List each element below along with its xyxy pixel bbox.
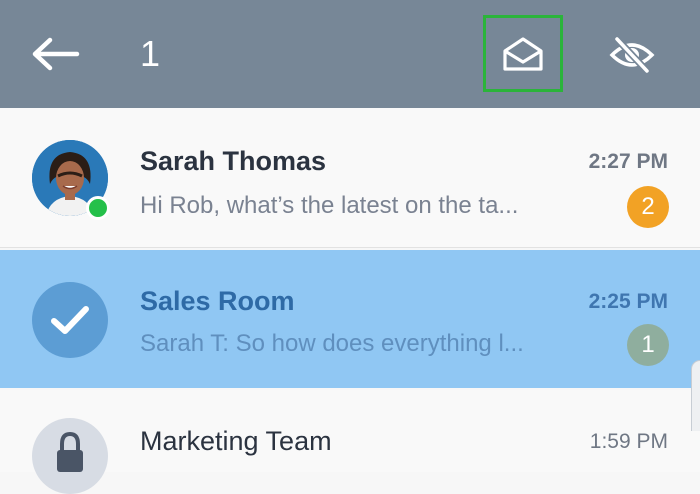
conversation-name: Marketing Team <box>140 426 332 456</box>
conversation-row-sales-room[interactable]: Sales Room Sarah T: So how does everythi… <box>0 250 700 388</box>
lock-icon <box>57 431 83 472</box>
presence-online-indicator <box>86 196 110 220</box>
conversation-row-marketing-team[interactable]: Marketing Team 1:59 PM <box>0 390 700 494</box>
selected-count: 1 <box>140 33 161 74</box>
message-preview: Hi Rob, what’s the latest on the ta... <box>140 192 519 219</box>
unread-count-badge: 2 <box>627 186 669 228</box>
avatar <box>32 282 108 358</box>
open-envelope-icon <box>503 36 543 71</box>
conversation-row-sarah-thomas[interactable]: Sarah Thomas Hi Rob, what’s the latest o… <box>0 108 700 248</box>
hide-button[interactable] <box>604 30 660 80</box>
conversation-name: Sales Room <box>140 286 295 316</box>
conversation-time: 1:59 PM <box>589 430 668 453</box>
unread-count-badge: 1 <box>627 324 669 366</box>
scrollbar[interactable] <box>691 360 700 431</box>
selection-toolbar: 1 <box>0 0 700 108</box>
conversation-time: 2:27 PM <box>588 150 668 173</box>
message-preview: Sarah T: So how does everything l... <box>140 330 524 357</box>
eye-off-icon <box>609 36 655 74</box>
checkmark-icon <box>51 306 89 334</box>
conversation-name: Sarah Thomas <box>140 146 327 176</box>
back-button[interactable] <box>26 30 84 78</box>
avatar <box>32 418 108 494</box>
conversation-time: 2:25 PM <box>588 290 668 313</box>
mark-as-read-button[interactable] <box>483 15 563 92</box>
arrow-left-icon <box>32 37 80 71</box>
